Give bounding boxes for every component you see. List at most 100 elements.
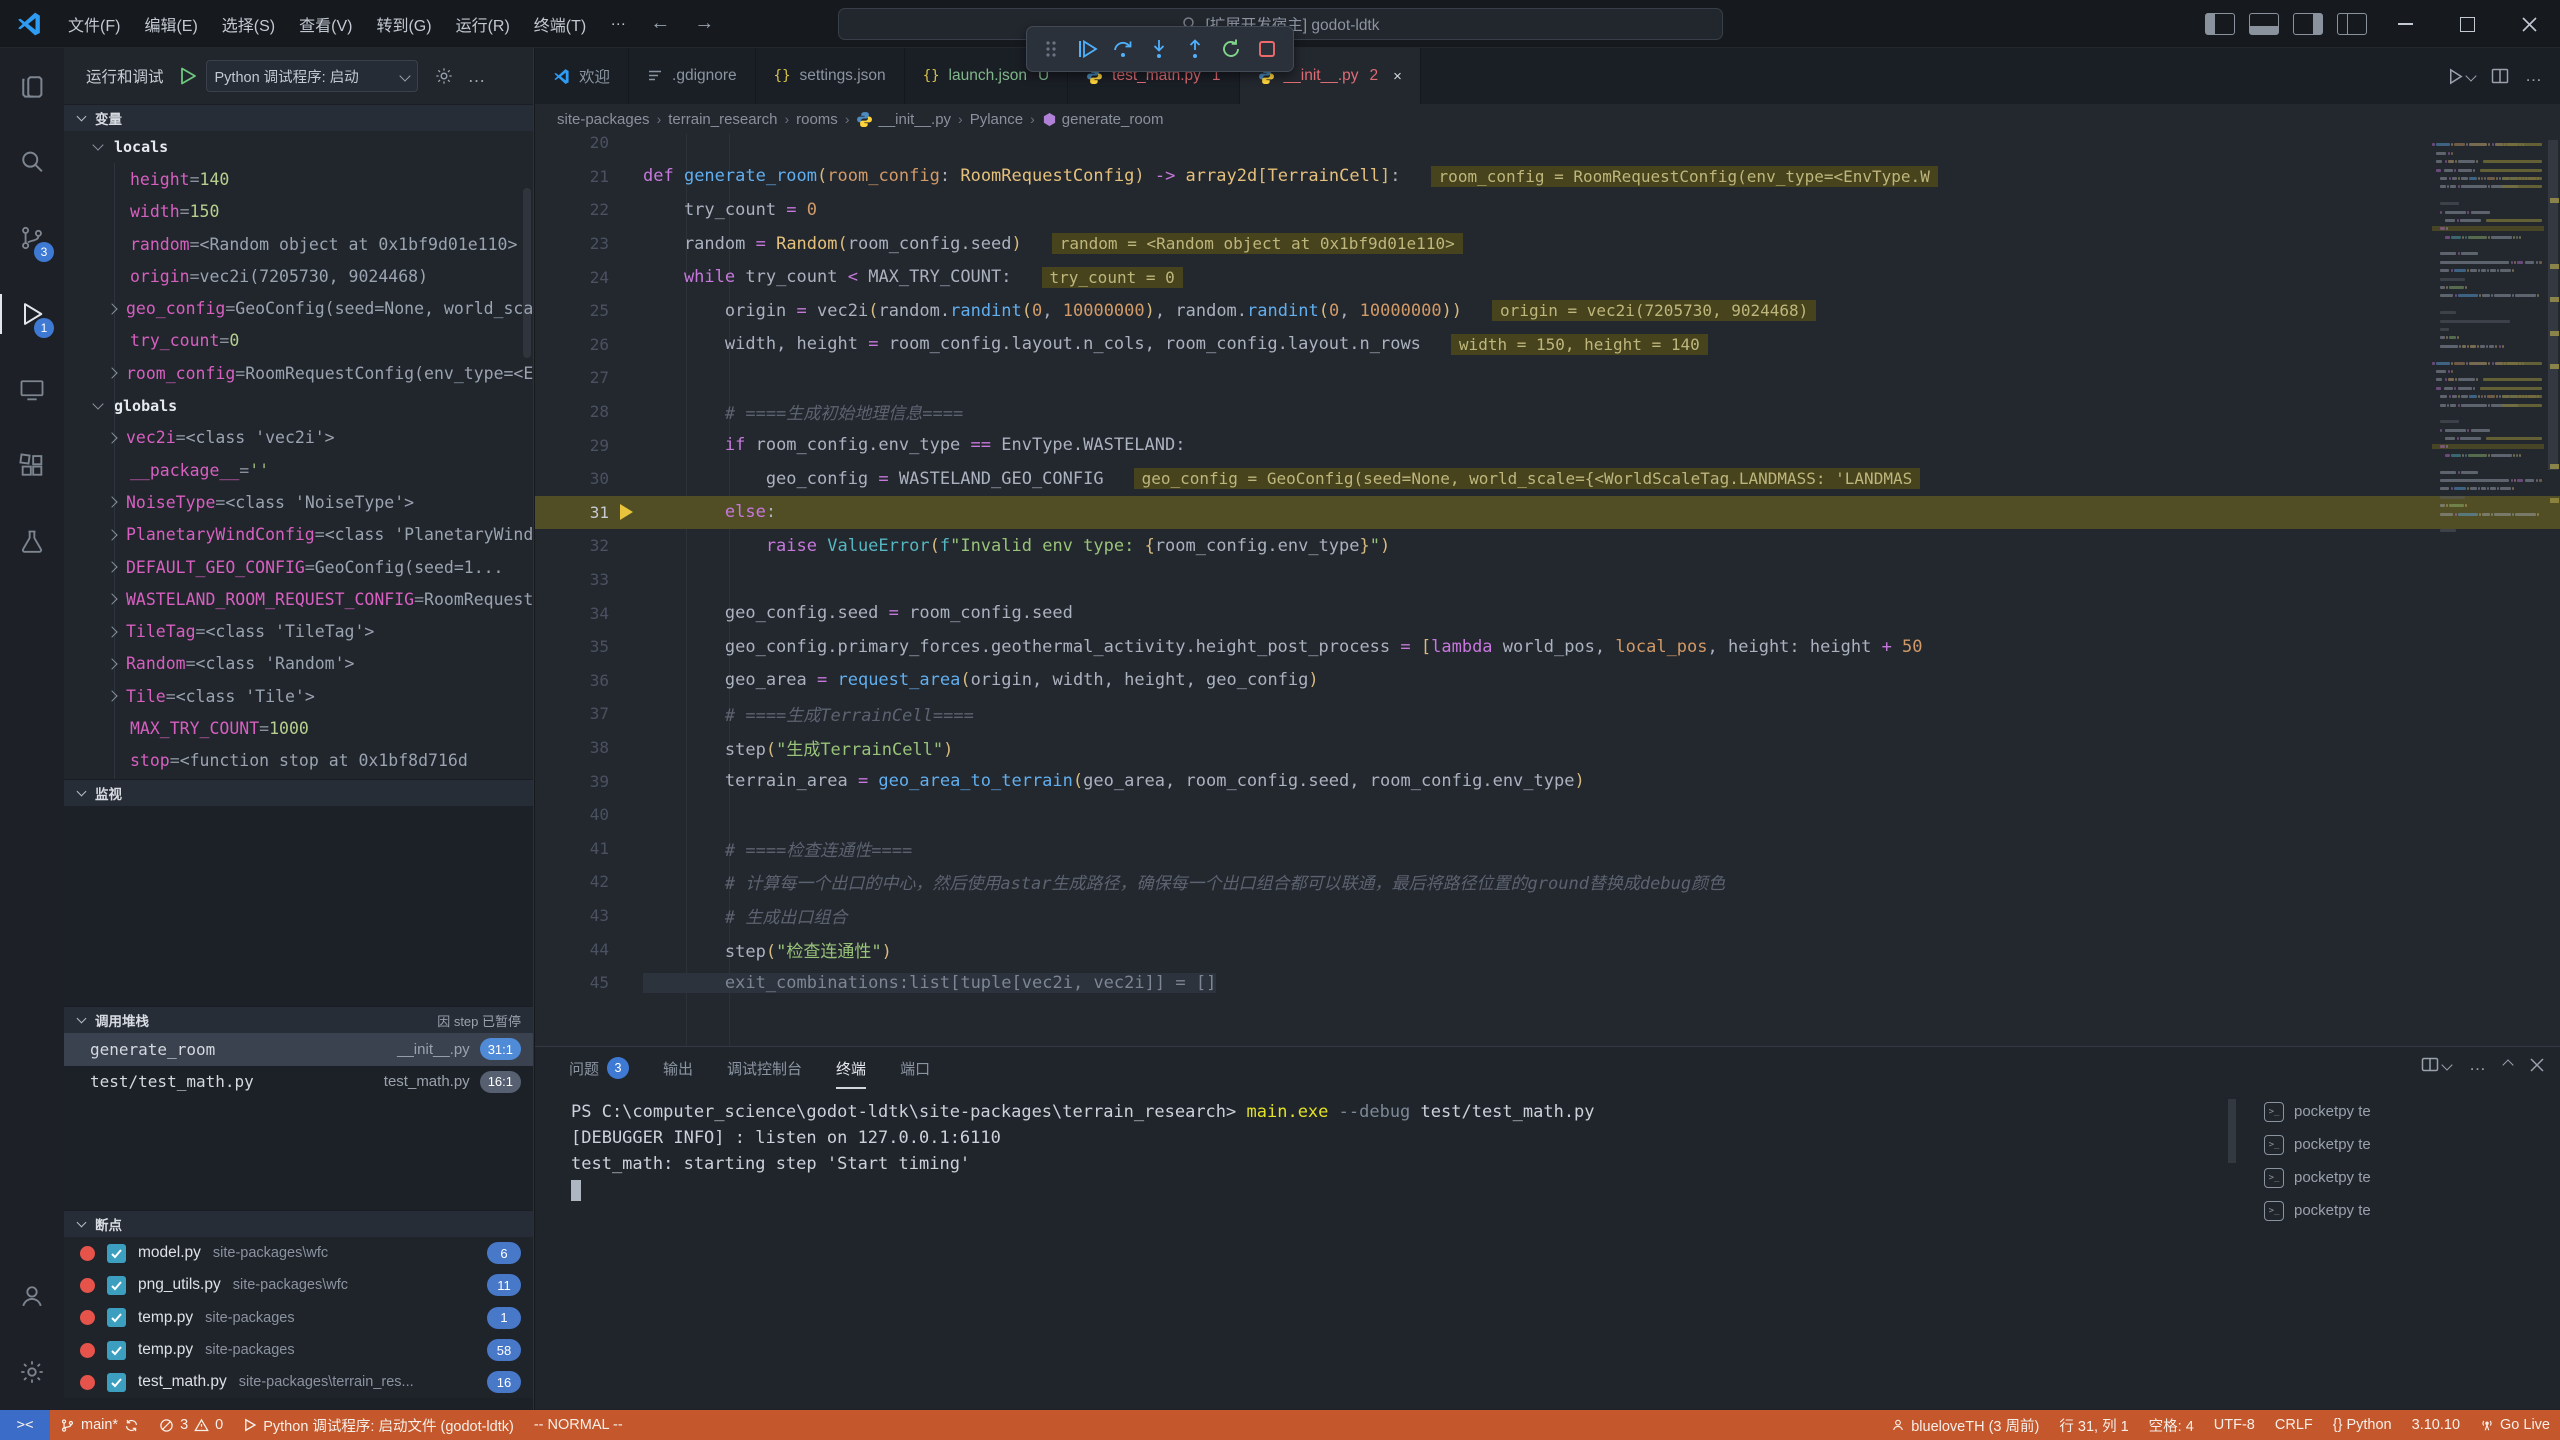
nav-forward-button[interactable]: → [682, 12, 726, 35]
variable-row[interactable]: Random = <class 'Random'> [64, 648, 533, 680]
eol[interactable]: CRLF [2265, 1417, 2323, 1433]
window-close-button[interactable] [2498, 0, 2560, 48]
panel-tab-端口[interactable]: 端口 [900, 1047, 930, 1089]
variable-row[interactable]: stop = <function stop at 0x1bf8d716d [64, 745, 533, 777]
breadcrumb-item[interactable]: generate_room [1042, 111, 1164, 128]
menu-查看(V)[interactable]: 查看(V) [287, 7, 364, 41]
stop-button[interactable] [1249, 31, 1285, 67]
variables-section-header[interactable]: 变量 [64, 104, 533, 131]
panel-tab-问题[interactable]: 问题3 [569, 1047, 629, 1089]
breakpoint-checkbox[interactable] [107, 1341, 126, 1360]
menu-选择(S)[interactable]: 选择(S) [210, 7, 287, 41]
panel-tab-终端[interactable]: 终端 [836, 1047, 866, 1089]
breakpoint-checkbox[interactable] [107, 1308, 126, 1327]
menu-编辑(E)[interactable]: 编辑(E) [132, 7, 209, 41]
window-maximize-button[interactable] [2436, 0, 2498, 48]
variable-row[interactable]: try_count = 0 [64, 325, 533, 357]
callstack-frame[interactable]: generate_room__init__.py31:1 [64, 1033, 533, 1066]
problems[interactable]: 30 [149, 1410, 233, 1440]
toggle-sidebar-icon[interactable] [2205, 13, 2235, 35]
breadcrumb-item[interactable]: Pylance [970, 111, 1023, 128]
breakpoint-row[interactable]: model.pysite-packages\wfc6 [64, 1237, 533, 1269]
menu-文件(F)[interactable]: 文件(F) [56, 7, 132, 41]
customize-layout-icon[interactable] [2337, 13, 2367, 35]
callstack-frame[interactable]: test/test_math.pytest_math.py16:1 [64, 1066, 533, 1099]
more-actions-icon[interactable]: … [468, 66, 486, 87]
variable-row[interactable]: Tile = <class 'Tile'> [64, 680, 533, 712]
more-editor-action[interactable]: … [2525, 66, 2542, 86]
step-into-button[interactable] [1141, 31, 1177, 67]
activity-run-debug[interactable]: 1 [0, 276, 64, 352]
menu-转到(G)[interactable]: 转到(G) [364, 7, 443, 41]
variable-row[interactable]: MAX_TRY_COUNT = 1000 [64, 712, 533, 744]
breakpoint-row[interactable]: temp.pysite-packages58 [64, 1334, 533, 1366]
cursor-position[interactable]: 行 31, 列 1 [2049, 1415, 2138, 1436]
breakpoint-row[interactable]: test_math.pysite-packages\terrain_res...… [64, 1366, 533, 1398]
tab-settings.json[interactable]: {}settings.json [756, 48, 905, 104]
editor-scrollbar[interactable] [2548, 140, 2558, 470]
breadcrumb-item[interactable]: terrain_research [668, 111, 777, 128]
breakpoint-checkbox[interactable] [107, 1373, 126, 1392]
watch-section-header[interactable]: 监视 [64, 779, 533, 806]
activity-explorer[interactable] [0, 48, 64, 124]
variable-row[interactable]: TileTag = <class 'TileTag'> [64, 615, 533, 647]
variable-row[interactable]: geo_config = GeoConfig(seed=None, world_… [64, 292, 533, 324]
breakpoint-row[interactable]: temp.pysite-packages1 [64, 1302, 533, 1334]
toggle-panel-icon[interactable] [2249, 13, 2279, 35]
panel-tab-调试控制台[interactable]: 调试控制台 [727, 1047, 802, 1089]
activity-remote-explorer[interactable] [0, 352, 64, 428]
language[interactable]: {} Python [2323, 1417, 2402, 1433]
breakpoint-checkbox[interactable] [107, 1276, 126, 1295]
variable-row[interactable]: origin = vec2i(7205730, 9024468) [64, 260, 533, 292]
new-terminal-icon[interactable] [2421, 1056, 2451, 1074]
activity-extensions[interactable] [0, 428, 64, 504]
menu-终端(T)[interactable]: 终端(T) [522, 7, 598, 41]
toggle-secondary-sidebar-icon[interactable] [2293, 13, 2323, 35]
breadcrumb-item[interactable]: rooms [796, 111, 838, 128]
variable-row[interactable]: __package__ = '' [64, 454, 533, 486]
restart-button[interactable] [1213, 31, 1249, 67]
variable-row[interactable]: NoiseType = <class 'NoiseType'> [64, 486, 533, 518]
terminal-scrollbar[interactable] [2228, 1099, 2236, 1163]
encoding[interactable]: UTF-8 [2204, 1417, 2265, 1433]
variable-row[interactable]: DEFAULT_GEO_CONFIG = GeoConfig(seed=1... [64, 551, 533, 583]
step-out-button[interactable] [1177, 31, 1213, 67]
activity-settings[interactable] [0, 1334, 64, 1410]
activity-source-control[interactable]: 3 [0, 200, 64, 276]
activity-search[interactable] [0, 124, 64, 200]
activity-account[interactable] [0, 1258, 64, 1334]
terminal-instance[interactable]: >_pocketpy te [2254, 1095, 2554, 1128]
go-live[interactable]: Go Live [2470, 1417, 2560, 1433]
debug-settings-gear-icon[interactable] [434, 66, 454, 86]
terminal-output[interactable]: PS C:\computer_science\godot-ldtk\site-p… [571, 1099, 2230, 1402]
menu-…[interactable]: … [598, 7, 638, 41]
close-panel-icon[interactable] [2530, 1058, 2544, 1072]
tab-close-icon[interactable]: × [1393, 68, 1402, 85]
terminal-instance[interactable]: >_pocketpy te [2254, 1194, 2554, 1227]
breadcrumb[interactable]: site-packages›terrain_research›rooms›__i… [535, 104, 2560, 134]
window-minimize-button[interactable] [2374, 0, 2436, 48]
scope-row[interactable]: globals [64, 389, 533, 421]
panel-more-actions-icon[interactable]: … [2469, 1055, 2486, 1075]
git-branch[interactable]: main* [50, 1410, 149, 1440]
start-debug-icon[interactable] [178, 66, 198, 86]
callstack-section-header[interactable]: 调用堆栈 因 step 已暂停 [64, 1006, 533, 1033]
code-editor[interactable]: 2021def generate_room(room_config: RoomR… [535, 134, 2560, 1046]
breadcrumb-item[interactable]: site-packages [557, 111, 650, 128]
vim-mode[interactable]: -- NORMAL -- [524, 1410, 633, 1440]
tab-.gdignore[interactable]: .gdignore [629, 48, 756, 104]
breakpoint-row[interactable]: png_utils.pysite-packages\wfc11 [64, 1269, 533, 1301]
step-over-button[interactable] [1105, 31, 1141, 67]
sidebar-scrollbar[interactable] [523, 188, 531, 358]
variable-row[interactable]: WASTELAND_ROOM_REQUEST_CONFIG = RoomRequ… [64, 583, 533, 615]
menu-运行(R)[interactable]: 运行(R) [444, 7, 522, 41]
variable-row[interactable]: random = <Random object at 0x1bf9d01e110… [64, 228, 533, 260]
nav-back-button[interactable]: ← [638, 12, 682, 35]
scope-row[interactable]: locals [64, 131, 533, 163]
tab-欢迎[interactable]: 欢迎 [535, 48, 629, 104]
terminal-instance[interactable]: >_pocketpy te [2254, 1161, 2554, 1194]
variable-row[interactable]: width = 150 [64, 196, 533, 228]
blame[interactable]: blueloveTH (3 周前) [1881, 1415, 2049, 1436]
terminal-instance[interactable]: >_pocketpy te [2254, 1128, 2554, 1161]
run-editor-action[interactable] [2446, 67, 2475, 86]
